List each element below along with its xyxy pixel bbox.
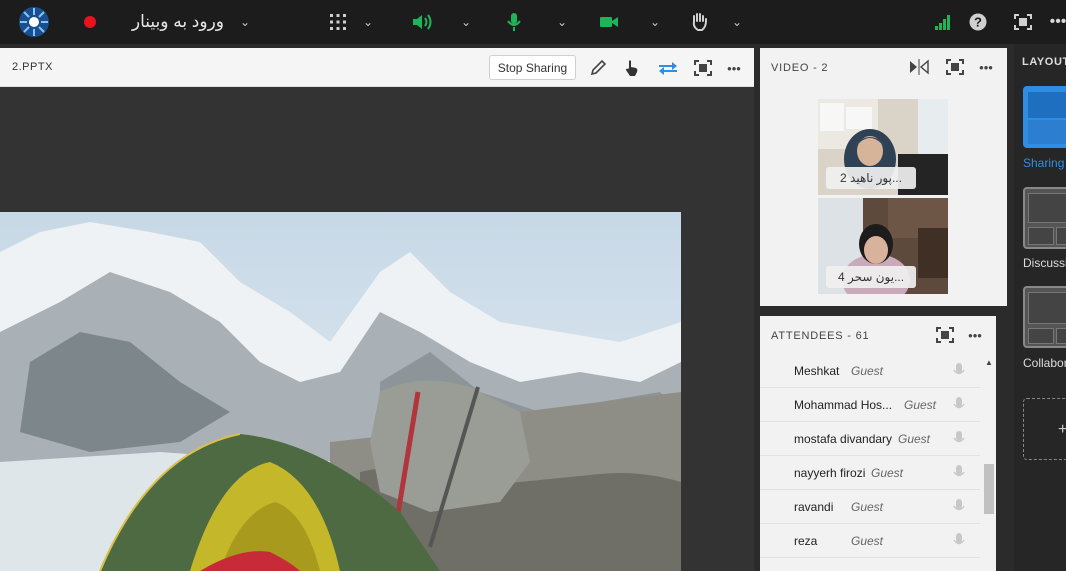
apps-grid-icon[interactable] xyxy=(328,0,348,44)
microphone-icon xyxy=(953,499,965,515)
more-options-icon[interactable]: ••• xyxy=(1050,0,1066,44)
pointer-hand-icon[interactable] xyxy=(621,57,643,79)
fullscreen-icon[interactable] xyxy=(692,57,714,79)
attendee-role: Guest xyxy=(904,398,937,412)
video-pod-header: VIDEO - 2 ••• xyxy=(760,48,1007,86)
attendee-row[interactable]: Meshkat Guest xyxy=(760,354,980,388)
layout-label[interactable]: Discussi xyxy=(1023,256,1066,270)
shared-slide-image xyxy=(0,212,681,571)
video-pod: VIDEO - 2 ••• ...پور ناهید 2 ...یون سحر … xyxy=(760,48,1007,306)
mirror-split-icon[interactable] xyxy=(908,56,930,78)
layouts-pod: LAYOUT Sharing Discussi Collabor + xyxy=(1014,44,1066,571)
attendee-name: Meshkat xyxy=(794,364,840,378)
fullscreen-icon[interactable] xyxy=(934,324,956,346)
microphone-icon xyxy=(953,431,965,447)
more-options-icon[interactable]: ••• xyxy=(974,56,998,78)
share-pod: 2.PPTX Stop Sharing ••• xyxy=(0,48,754,571)
video-tile[interactable]: ...پور ناهید 2 xyxy=(818,99,948,195)
chevron-down-icon[interactable]: ⌄ xyxy=(648,0,662,44)
share-pod-title: 2.PPTX xyxy=(12,61,53,73)
raise-hand-icon[interactable] xyxy=(688,0,710,44)
attendee-row[interactable]: Mohammad Hos... Guest xyxy=(760,388,980,422)
microphone-icon xyxy=(953,363,965,379)
attendee-name: Mohammad Hos... xyxy=(794,398,893,412)
connect-logo-icon[interactable] xyxy=(16,0,52,44)
stop-sharing-button[interactable]: Stop Sharing xyxy=(489,55,576,80)
attendee-role: Guest xyxy=(898,432,931,446)
attendee-row[interactable]: ravandi Guest xyxy=(760,490,980,524)
layout-label[interactable]: Collabor xyxy=(1023,356,1066,370)
svg-text:?: ? xyxy=(974,15,982,30)
video-tile-label: ...پور ناهید 2 xyxy=(826,167,916,189)
signal-strength-icon xyxy=(932,0,954,44)
layouts-pod-title: LAYOUT xyxy=(1022,56,1066,68)
chevron-down-icon[interactable]: ⌄ xyxy=(361,0,375,44)
chevron-down-icon[interactable]: ⌄ xyxy=(555,0,569,44)
more-options-icon[interactable]: ••• xyxy=(722,57,746,79)
attendee-list-scrollbar[interactable]: ▲ xyxy=(982,354,996,571)
layout-thumbnail-sharing[interactable] xyxy=(1023,86,1066,148)
layout-thumbnail-collaboration[interactable] xyxy=(1023,286,1066,348)
microphone-icon xyxy=(953,397,965,413)
video-tile-label: ...یون سحر 4 xyxy=(826,266,916,288)
attendee-row[interactable]: mostafa divandary Guest xyxy=(760,422,980,456)
scroll-thumb[interactable] xyxy=(984,464,994,514)
attendee-row[interactable]: nayyerh firozi Guest xyxy=(760,456,980,490)
attendee-row[interactable]: reza Guest xyxy=(760,524,980,558)
swap-arrows-icon[interactable] xyxy=(657,57,679,79)
attendee-name: nayyerh firozi xyxy=(794,466,866,480)
attendee-role: Guest xyxy=(871,466,904,480)
top-toolbar: ورود به وبینار ⌄ ⌄ ⌄ ⌄ ⌄ ⌄ ? ••• xyxy=(0,0,1066,44)
chevron-down-icon[interactable]: ⌄ xyxy=(730,0,744,44)
chevron-down-icon[interactable]: ⌄ xyxy=(238,0,252,44)
attendees-pod: ATTENDEES - 61 ••• Meshkat Guest Mohamma… xyxy=(760,316,996,571)
meeting-title[interactable]: ورود به وبینار xyxy=(124,0,224,44)
fullscreen-icon[interactable] xyxy=(1012,0,1034,44)
new-layout-button[interactable]: + xyxy=(1023,398,1066,460)
attendee-list: Meshkat Guest Mohammad Hos... Guest most… xyxy=(760,354,980,558)
video-pod-title: VIDEO - 2 xyxy=(771,62,829,74)
layout-thumbnail-discussion[interactable] xyxy=(1023,187,1066,249)
attendees-pod-title: ATTENDEES - 61 xyxy=(771,330,870,342)
record-indicator-icon[interactable] xyxy=(82,0,98,44)
microphone-icon xyxy=(953,533,965,549)
attendee-name: ravandi xyxy=(794,500,834,514)
attendee-role: Guest xyxy=(851,500,884,514)
attendee-role: Guest xyxy=(851,364,884,378)
attendee-name: mostafa divandary xyxy=(794,432,893,446)
share-pod-header: 2.PPTX Stop Sharing ••• xyxy=(0,48,754,87)
scroll-up-arrow-icon[interactable]: ▲ xyxy=(985,358,993,367)
attendees-pod-header: ATTENDEES - 61 ••• xyxy=(760,316,996,354)
help-icon[interactable]: ? xyxy=(967,0,989,44)
attendee-role: Guest xyxy=(851,534,884,548)
plus-icon: + xyxy=(1058,421,1066,438)
microphone-icon[interactable] xyxy=(504,0,524,44)
chevron-down-icon[interactable]: ⌄ xyxy=(459,0,473,44)
microphone-icon xyxy=(953,465,965,481)
layout-label[interactable]: Sharing xyxy=(1023,156,1064,170)
camera-icon[interactable] xyxy=(598,0,620,44)
attendee-name: reza xyxy=(794,534,818,548)
fullscreen-icon[interactable] xyxy=(944,56,966,78)
pencil-icon[interactable] xyxy=(587,57,609,79)
more-options-icon[interactable]: ••• xyxy=(963,324,987,346)
video-tile[interactable]: ...یون سحر 4 xyxy=(818,198,948,294)
speaker-icon[interactable] xyxy=(410,0,434,44)
